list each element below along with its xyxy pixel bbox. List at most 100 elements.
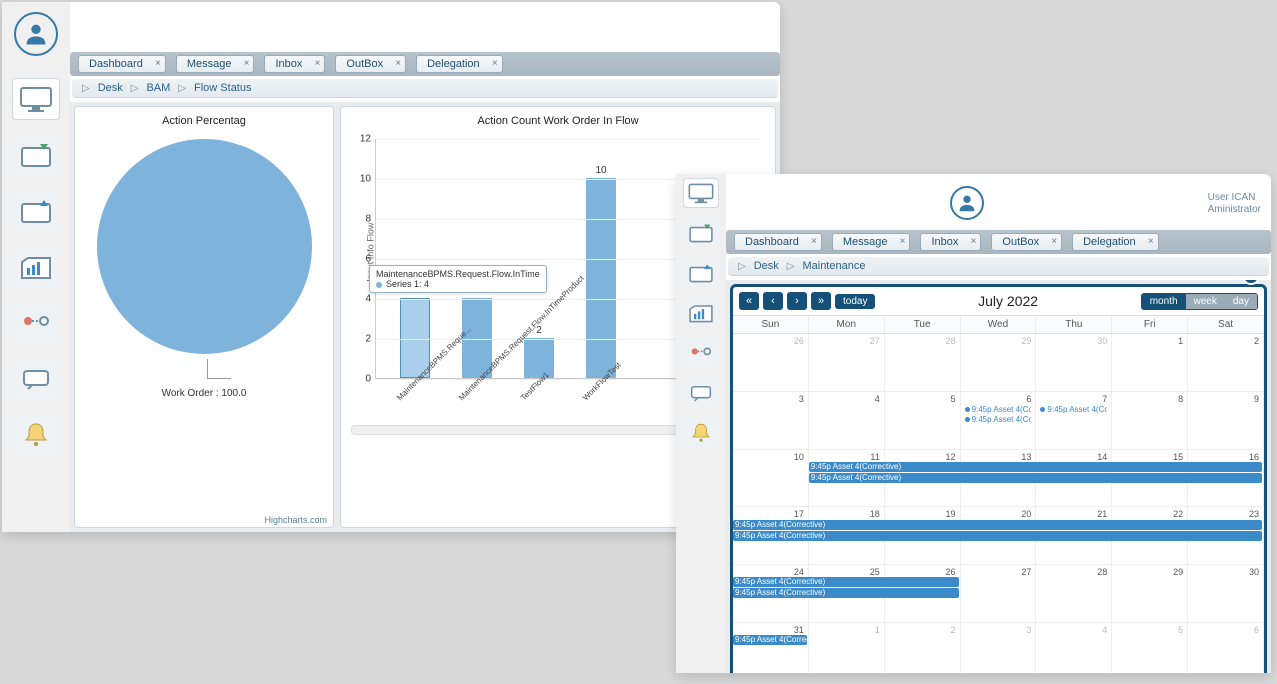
chart-action-percentage: Action Percentag Work Order : 100.0 High… [74,106,334,528]
cal-event-span[interactable]: 9:45p Asset 4(Corrective) [733,520,1262,530]
close-icon[interactable]: ✕ [1242,280,1260,285]
tab-close-icon[interactable]: × [900,236,906,247]
left-nav-rail [676,174,726,673]
nav-messages-icon[interactable] [683,378,719,408]
cal-day-cell[interactable]: 29 [1112,565,1188,623]
cal-day-cell[interactable]: 3 [961,623,1037,673]
nav-notify-icon[interactable] [683,418,719,448]
cal-day-cell[interactable]: 30 [1036,334,1112,392]
bar-value-label: 10 [595,165,606,176]
tab-bar: Dashboard× Message× Inbox× OutBox× Delegatio… [726,230,1271,254]
tab-inbox[interactable]: Inbox× [920,233,981,251]
tab-message[interactable]: Message× [176,55,255,73]
chevron-right-icon: ▷ [738,261,746,272]
cal-event-span[interactable]: 9:45p Asset 4(Corrective) [809,473,1262,483]
nav-inbox-icon[interactable] [683,218,719,248]
cal-day-cell[interactable]: 9 [1188,392,1264,450]
avatar[interactable] [950,186,984,220]
cal-day-cell[interactable]: 27 [961,565,1037,623]
cal-view-month[interactable]: month [1142,294,1186,309]
cal-event-span[interactable]: 9:45p Asset 4(Correcti [733,635,807,645]
pie-slice-workorder[interactable] [97,139,312,354]
tab-outbox[interactable]: OutBox× [335,55,406,73]
cal-day-cell[interactable]: 8 [1112,392,1188,450]
nav-inbox-icon[interactable] [12,134,60,176]
cal-day-cell[interactable]: 26 [733,334,809,392]
cal-day-cell[interactable]: 2 [885,623,961,673]
nav-delegation-icon[interactable] [12,302,60,344]
tab-dashboard[interactable]: Dashboard× [78,55,166,73]
cal-prev-month-icon[interactable]: ‹ [763,292,783,310]
cal-event-span[interactable]: 9:45p Asset 4(Corrective) [809,462,1262,472]
cal-day-cell[interactable]: 27 [809,334,885,392]
nav-desktop-icon[interactable] [12,78,60,120]
cal-day-cell[interactable]: 30 [1188,565,1264,623]
tab-dashboard[interactable]: Dashboard× [734,233,822,251]
cal-view-day[interactable]: day [1225,294,1257,309]
cal-event-span[interactable]: 9:45p Asset 4(Corrective) [733,588,959,598]
tab-delegation[interactable]: Delegation× [1072,233,1159,251]
cal-event-dot[interactable]: 9:45p Asset 4(Corre [965,405,1032,414]
cal-grid[interactable]: 26272829301234569:45p Asset 4(Corre9:45p… [733,334,1264,673]
avatar[interactable] [14,12,58,56]
cal-day-cell[interactable]: 4 [809,392,885,450]
cal-event-dot[interactable]: 9:45p Asset 4(Corre [965,415,1032,424]
cal-day-cell[interactable]: 1 [1112,334,1188,392]
cal-day-cell[interactable]: 6 [1188,623,1264,673]
tab-delegation[interactable]: Delegation× [416,55,503,73]
cal-day-cell[interactable]: 31 [733,623,809,673]
cal-next-year-icon[interactable]: » [811,292,831,310]
tab-close-icon[interactable]: × [1148,236,1154,247]
cal-day-cell[interactable]: 29 [961,334,1037,392]
chart-title: Action Count Work Order In Flow [347,113,769,133]
tab-close-icon[interactable]: × [1051,236,1057,247]
chart-title: Action Percentag [81,113,327,133]
cal-weekday: Sat [1188,316,1264,333]
cal-day-cell[interactable]: 79:45p Asset 4(Corre [1036,392,1112,450]
cal-today-button[interactable]: today [835,294,875,309]
cal-day-cell[interactable]: 3 [733,392,809,450]
cal-day-cell[interactable]: 5 [1112,623,1188,673]
cal-day-cell[interactable]: 10 [733,450,809,508]
cal-event-dot[interactable]: 9:45p Asset 4(Corre [1040,405,1107,414]
breadcrumb-item[interactable]: Desk [98,82,123,94]
chart-credit[interactable]: Highcharts.com [264,515,327,525]
nav-outbox-icon[interactable] [12,190,60,232]
cal-view-week[interactable]: week [1186,294,1225,309]
breadcrumb-item[interactable]: BAM [146,82,170,94]
breadcrumb-item[interactable]: Maintenance [802,260,865,272]
nav-outbox-icon[interactable] [683,258,719,288]
nav-desktop-icon[interactable] [683,178,719,208]
tab-message[interactable]: Message× [832,233,911,251]
breadcrumb-item[interactable]: Flow Status [194,82,251,94]
tab-close-icon[interactable]: × [315,58,321,69]
cal-day-cell[interactable]: 4 [1036,623,1112,673]
left-nav-rail [2,2,70,532]
tab-outbox[interactable]: OutBox× [991,233,1062,251]
tab-inbox[interactable]: Inbox× [264,55,325,73]
nav-reports-icon[interactable] [12,246,60,288]
cal-next-month-icon[interactable]: › [787,292,807,310]
cal-prev-year-icon[interactable]: « [739,292,759,310]
cal-day-cell[interactable]: 28 [885,334,961,392]
tab-close-icon[interactable]: × [492,58,498,69]
tab-close-icon[interactable]: × [244,58,250,69]
cal-weekday: Sun [733,316,809,333]
nav-messages-icon[interactable] [12,358,60,400]
tab-close-icon[interactable]: × [811,236,817,247]
breadcrumb-item[interactable]: Desk [754,260,779,272]
cal-day-cell[interactable]: 1 [809,623,885,673]
bar[interactable] [586,178,616,378]
nav-notify-icon[interactable] [12,414,60,456]
tab-close-icon[interactable]: × [155,58,161,69]
cal-day-cell[interactable]: 28 [1036,565,1112,623]
cal-event-span[interactable]: 9:45p Asset 4(Corrective) [733,531,1262,541]
nav-reports-icon[interactable] [683,298,719,328]
nav-delegation-icon[interactable] [683,338,719,368]
cal-event-span[interactable]: 9:45p Asset 4(Corrective) [733,577,959,587]
cal-day-cell[interactable]: 2 [1188,334,1264,392]
tab-close-icon[interactable]: × [395,58,401,69]
tab-close-icon[interactable]: × [971,236,977,247]
cal-day-cell[interactable]: 69:45p Asset 4(Corre9:45p Asset 4(Corre [961,392,1037,450]
cal-day-cell[interactable]: 5 [885,392,961,450]
